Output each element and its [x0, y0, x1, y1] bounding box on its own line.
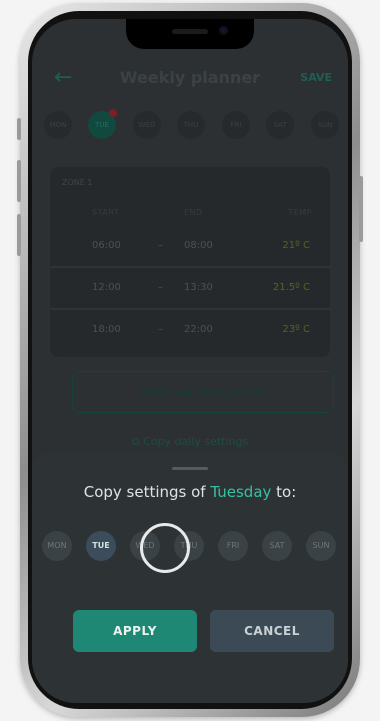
day-fri[interactable]: FRI — [222, 111, 250, 139]
cancel-button[interactable]: CANCEL — [210, 610, 334, 652]
target-day-mon[interactable]: MON — [42, 531, 72, 561]
notification-dot — [109, 109, 117, 117]
time-period-row[interactable]: 12:00 – 13:30 21.5º C — [50, 269, 330, 307]
phone-screen: ← Weekly planner SAVE MON TUE WED THU FR… — [32, 19, 348, 703]
notch — [126, 19, 254, 49]
day-sun[interactable]: SUN — [311, 111, 339, 139]
speaker-grille — [172, 29, 208, 34]
volume-down-button — [17, 214, 21, 256]
power-button — [359, 176, 363, 242]
column-end: END — [184, 208, 203, 217]
dash: – — [158, 282, 163, 293]
copy-icon: ⧉ — [131, 435, 140, 448]
add-time-period-button[interactable]: Add new time period — [72, 371, 334, 413]
front-camera — [219, 26, 228, 35]
copy-daily-label: Copy daily settings — [143, 435, 249, 448]
start-time: 18:00 — [92, 324, 121, 335]
sheet-title-suffix: to: — [271, 483, 297, 501]
copy-daily-settings-link[interactable]: ⧉ Copy daily settings — [32, 435, 348, 449]
start-time: 06:00 — [92, 240, 121, 251]
column-temp: TEMP — [288, 208, 312, 217]
dash: – — [158, 240, 163, 251]
day-mon[interactable]: MON — [44, 111, 72, 139]
day-wed[interactable]: WED — [133, 111, 161, 139]
end-time: 13:30 — [184, 282, 213, 293]
target-day-sat[interactable]: SAT — [262, 531, 292, 561]
start-time: 12:00 — [92, 282, 121, 293]
copy-settings-sheet: Copy settings of Tuesday to: MON TUE WED… — [32, 453, 348, 703]
sheet-drag-handle[interactable] — [172, 467, 208, 470]
time-period-row[interactable]: 06:00 – 08:00 21º C — [50, 227, 330, 265]
column-start: START — [92, 208, 120, 217]
end-time: 22:00 — [184, 324, 213, 335]
mute-switch — [17, 118, 21, 140]
day-tue[interactable]: TUE — [88, 109, 117, 139]
target-day-fri[interactable]: FRI — [218, 531, 248, 561]
day-thu[interactable]: THU — [177, 111, 205, 139]
temperature: 23º C — [282, 324, 310, 335]
row-divider — [50, 308, 330, 310]
dash: – — [158, 324, 163, 335]
day-sat[interactable]: SAT — [266, 111, 294, 139]
target-day-tue[interactable]: TUE — [86, 531, 116, 561]
end-time: 08:00 — [184, 240, 213, 251]
touch-indicator — [140, 523, 190, 573]
header: ← Weekly planner SAVE — [32, 63, 348, 93]
day-tue-label: TUE — [95, 121, 109, 129]
temperature: 21.5º C — [272, 282, 310, 293]
sheet-title: Copy settings of Tuesday to: — [32, 483, 348, 501]
sheet-title-day: Tuesday — [210, 483, 272, 501]
volume-up-button — [17, 160, 21, 202]
row-divider — [50, 266, 330, 268]
weekly-planner-screen: ← Weekly planner SAVE MON TUE WED THU FR… — [32, 19, 348, 703]
temperature: 21º C — [282, 240, 310, 251]
target-day-sun[interactable]: SUN — [306, 531, 336, 561]
apply-button[interactable]: APPLY — [73, 610, 197, 652]
zone-label: ZONE 1 — [62, 178, 93, 187]
sheet-title-prefix: Copy settings of — [83, 483, 211, 501]
zone-card: ZONE 1 START END TEMP 06:00 – 08:00 21º … — [50, 167, 330, 357]
save-button[interactable]: SAVE — [300, 71, 332, 84]
day-selector: MON TUE WED THU FRI SAT SUN — [44, 109, 340, 139]
time-period-row[interactable]: 18:00 – 22:00 23º C — [50, 311, 330, 349]
add-time-period-label: Add new time period — [140, 385, 266, 399]
target-day-selector: MON TUE WED THU FRI SAT SUN — [42, 531, 338, 561]
